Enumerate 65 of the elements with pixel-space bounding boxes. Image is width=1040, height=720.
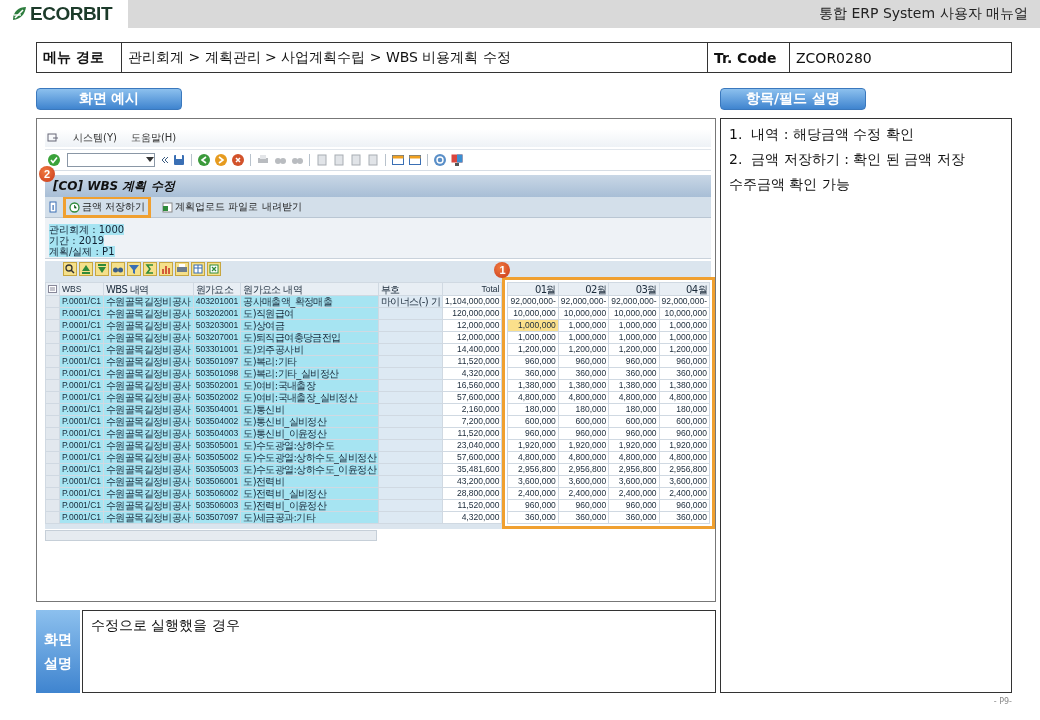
callout-badge: 2 — [39, 166, 55, 182]
note-label: 화면 — [44, 630, 72, 649]
dropdown-icon[interactable] — [146, 157, 154, 163]
command-field[interactable] — [67, 153, 155, 167]
tr-code-value: ZCOR0280 — [795, 48, 873, 68]
save-icon[interactable] — [172, 153, 186, 167]
column-header[interactable]: WBS 내역 — [103, 282, 194, 296]
sort-descending-icon[interactable] — [95, 262, 109, 276]
column-header[interactable]: 원가요소 내역 — [240, 282, 379, 296]
header-info-text: 기간 : 2019 — [49, 235, 105, 246]
help-icon[interactable] — [433, 153, 447, 167]
section-heading: 화면 예시 — [36, 88, 182, 110]
document-title: 통합 ERP System 사용자 매뉴얼 — [818, 5, 1028, 23]
spreadsheet-icon[interactable] — [207, 262, 221, 276]
download-button[interactable]: 계획업로드 파일로 내려받기 — [157, 197, 307, 217]
tr-code-label: Tr. Code — [708, 43, 790, 72]
menu-path-label: 메뉴 경로 — [37, 43, 122, 72]
header-info-text: 관리회계 : 1000 — [49, 224, 125, 235]
window-icon[interactable] — [408, 153, 422, 167]
note-label: 설명 — [44, 654, 72, 673]
menu-item[interactable]: 시스템(Y) — [73, 131, 117, 145]
print-icon[interactable] — [175, 262, 189, 276]
column-header[interactable]: WBS — [59, 282, 104, 296]
leaf-logo-icon — [10, 5, 28, 23]
column-header[interactable]: 02월 — [558, 282, 609, 296]
info-icon[interactable] — [49, 201, 57, 213]
logo-text: ECORBIT — [30, 3, 112, 25]
menu-item[interactable]: 도움말(H) — [130, 131, 177, 145]
filter-icon[interactable] — [127, 262, 141, 276]
back-icon[interactable] — [197, 153, 211, 167]
select-all-icon[interactable] — [48, 285, 57, 293]
page-icon[interactable] — [315, 153, 329, 167]
description-text: 2. 금액 저장하기 : 확인 된 금액 저장 — [729, 150, 966, 169]
description-text: 수주금액 확인 가능 — [729, 175, 851, 194]
screen-title: [CO] WBS 계획 수정 — [53, 177, 175, 195]
header-info-text: 계획/실제 : P1 — [49, 246, 115, 257]
window-icon[interactable] — [391, 153, 405, 167]
page-icon[interactable] — [349, 153, 363, 167]
double-chevron-icon[interactable] — [161, 156, 169, 164]
chart-icon[interactable] — [159, 262, 173, 276]
scroll-bar[interactable] — [45, 530, 377, 541]
cancel-icon[interactable] — [231, 153, 245, 167]
clock-icon — [69, 201, 80, 213]
sum-icon[interactable] — [143, 262, 157, 276]
monitor-icon[interactable] — [450, 153, 464, 167]
column-header[interactable]: 04월 — [659, 282, 710, 296]
menu-icon[interactable] — [47, 133, 59, 143]
binoculars-icon[interactable] — [111, 262, 125, 276]
check-icon[interactable] — [47, 153, 61, 167]
page-number: - P9- — [993, 697, 1012, 706]
column-header[interactable]: 03월 — [608, 282, 660, 296]
menu-path-text: 관리회계 > 계획관리 > 사업계획수립 > WBS 비용계획 수정 — [122, 43, 708, 72]
column-header[interactable]: 부호 — [378, 282, 443, 296]
page-icon[interactable] — [332, 153, 346, 167]
exit-icon[interactable] — [214, 153, 228, 167]
column-header[interactable]: 01월 — [507, 282, 559, 296]
magnifier-icon[interactable] — [63, 262, 77, 276]
page-icon[interactable] — [366, 153, 380, 167]
column-header[interactable]: 원가요소 — [193, 282, 241, 296]
note-text: 수정으로 실행했을 경우 — [91, 617, 240, 633]
section-heading: 항목/필드 설명 — [720, 88, 866, 110]
spreadsheet-icon — [162, 201, 174, 213]
layout-icon[interactable] — [191, 262, 205, 276]
description-text: 1. 내역 : 해당금액 수정 확인 — [729, 125, 915, 144]
column-header[interactable]: Total — [442, 282, 502, 296]
